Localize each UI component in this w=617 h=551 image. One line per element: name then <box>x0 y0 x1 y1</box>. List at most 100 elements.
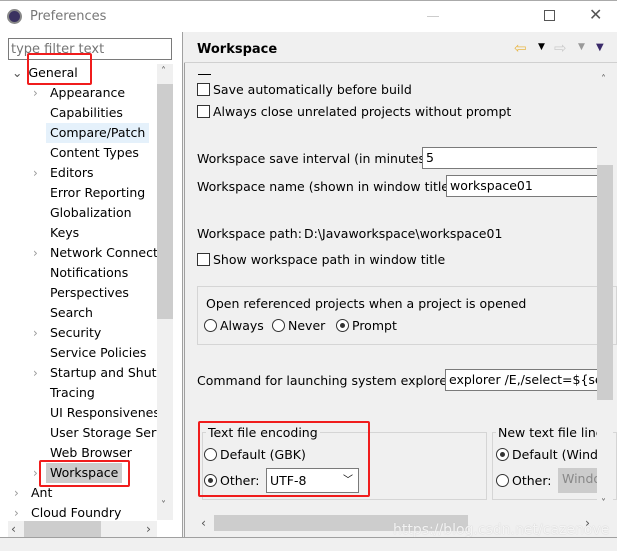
forward-dropdown-icon[interactable]: ▼ <box>578 42 585 52</box>
pane-border <box>184 63 188 537</box>
chevron-right-icon[interactable]: › <box>14 483 19 503</box>
page-vertical-scrollbar[interactable]: ˄ ˅ <box>597 70 613 515</box>
minimize-icon[interactable] <box>427 16 439 17</box>
open-referenced-legend: Open referenced projects when a project … <box>204 296 529 311</box>
workspace-name-input[interactable]: workspace01 <box>446 175 602 197</box>
view-menu-icon[interactable]: ▼ <box>596 42 604 53</box>
save-before-build-checkbox[interactable]: Save automatically before build <box>197 82 412 97</box>
tree-item[interactable]: Notifications <box>33 263 157 283</box>
radio-label: Never <box>288 318 326 333</box>
checkbox-label: Save automatically before build <box>213 82 412 97</box>
line-other-radio[interactable]: Other: <box>496 473 551 488</box>
tree-horizontal-scrollbar[interactable]: ‹ › <box>8 521 157 537</box>
chevron-down-icon[interactable]: ⌄ <box>12 65 22 80</box>
tree-item[interactable]: › Editors <box>33 163 157 183</box>
show-path-checkbox[interactable]: Show workspace path in window title <box>197 252 445 267</box>
tree-item-label: Globalization <box>50 205 132 220</box>
line-default-radio[interactable]: Default (Windo <box>496 447 606 462</box>
tree-item[interactable]: Compare/Patch <box>33 123 157 143</box>
radio-always[interactable]: Always <box>204 318 264 333</box>
chevron-right-icon[interactable]: › <box>33 463 38 483</box>
back-dropdown-icon[interactable]: ▼ <box>538 42 545 52</box>
tree-item[interactable]: › Security <box>33 323 157 343</box>
tree-item[interactable]: Globalization <box>33 203 157 223</box>
watermark: https://blog.csdn.net/cazenove <box>393 522 610 538</box>
tree-item[interactable]: › Network Connecti <box>33 243 161 263</box>
tree-item-label: Content Types <box>50 145 139 160</box>
scroll-thumb[interactable] <box>24 521 101 537</box>
tree-item-label: Appearance <box>50 85 126 100</box>
tree-item[interactable]: UI Responsiveness <box>33 403 166 423</box>
dash <box>198 74 211 75</box>
radio-prompt[interactable]: Prompt <box>336 318 397 333</box>
chevron-right-icon[interactable]: › <box>33 363 38 383</box>
explorer-command-input[interactable]: explorer /E,/select=${sele <box>445 369 605 391</box>
workspace-path-label: Workspace path: <box>197 226 302 241</box>
scroll-left-icon[interactable]: ‹ <box>201 515 206 530</box>
header-separator <box>184 62 617 63</box>
scroll-thumb[interactable] <box>597 165 613 400</box>
tree-item-label: Cloud Foundry <box>31 505 122 520</box>
scroll-down-icon[interactable]: ˅ <box>601 498 606 509</box>
tree-item[interactable]: Content Types <box>33 143 157 163</box>
tree-item[interactable]: Keys <box>33 223 157 243</box>
scroll-right-icon[interactable]: › <box>146 521 151 536</box>
scroll-up-icon[interactable]: ˄ <box>601 74 606 85</box>
tree-item-label: Error Reporting <box>50 185 146 200</box>
tree-item-label: Perspectives <box>50 285 129 300</box>
radio-never[interactable]: Never <box>272 318 325 333</box>
tree-item-label: Startup and Shutd <box>50 365 165 380</box>
line-delimiter-legend: New text file line <box>496 425 606 440</box>
tree-item[interactable]: User Storage Serv <box>33 423 164 443</box>
tree-item[interactable]: Tracing <box>33 383 157 403</box>
tree-item-label: Network Connecti <box>50 245 162 260</box>
tree-item-label: Capabilities <box>50 105 123 120</box>
tree-item-label: UI Responsiveness <box>50 405 167 420</box>
tree-item-label: Service Policies <box>50 345 147 360</box>
save-interval-label: Workspace save interval (in minutes): <box>197 151 435 166</box>
tree-item[interactable]: Error Reporting <box>33 183 157 203</box>
explorer-command-label: Command for launching system explorer: <box>197 373 457 388</box>
highlight-general <box>27 53 92 85</box>
tree-item-label: Tracing <box>50 385 95 400</box>
close-icon[interactable]: ✕ <box>589 5 602 24</box>
tree-item[interactable]: Search <box>33 303 157 323</box>
radio-label: Default (Windo <box>512 447 606 462</box>
scroll-up-icon[interactable]: ˄ <box>161 66 166 77</box>
tree-item-label: Search <box>50 305 93 320</box>
radio-label: Other: <box>512 473 552 488</box>
chevron-right-icon[interactable]: › <box>33 323 38 343</box>
highlight-encoding <box>198 421 370 497</box>
tree-item[interactable]: Perspectives <box>33 283 157 303</box>
chevron-right-icon[interactable]: › <box>33 83 38 103</box>
save-interval-input[interactable]: 5 <box>422 147 602 169</box>
open-referenced-group <box>197 286 617 345</box>
chevron-right-icon[interactable]: › <box>33 243 38 263</box>
forward-arrow-icon[interactable]: ⇨ <box>554 39 567 57</box>
scroll-down-icon[interactable]: ˅ <box>161 500 166 511</box>
maximize-icon[interactable] <box>544 10 555 21</box>
close-unrelated-checkbox[interactable]: Always close unrelated projects without … <box>197 104 511 119</box>
tree-item[interactable]: › Startup and Shutd <box>33 363 164 383</box>
chevron-right-icon[interactable]: › <box>14 503 19 523</box>
tree-item[interactable]: › Appearance <box>33 83 157 103</box>
tree-item[interactable]: Service Policies <box>33 343 157 363</box>
tree-item[interactable]: Capabilities <box>33 103 157 123</box>
workspace-name-label: Workspace name (shown in window title): <box>197 179 459 194</box>
radio-label: Always <box>220 318 264 333</box>
scroll-left-icon[interactable]: ‹ <box>11 521 16 536</box>
tree-item-label: Keys <box>50 225 80 240</box>
scroll-thumb[interactable] <box>157 84 173 319</box>
highlight-workspace <box>39 460 130 487</box>
tree-item-label: Security <box>50 325 102 340</box>
tree-item-label: Editors <box>50 165 94 180</box>
tree-item-label: User Storage Serv <box>50 425 164 440</box>
chevron-right-icon[interactable]: › <box>33 163 38 183</box>
tree-vertical-scrollbar[interactable]: ˄ ˅ <box>157 64 173 520</box>
checkbox-label: Always close unrelated projects without … <box>213 104 512 119</box>
workspace-path-value: D:\Javaworkspace\workspace01 <box>304 226 503 241</box>
radio-label: Prompt <box>352 318 397 333</box>
page-title: Workspace <box>197 42 278 57</box>
back-arrow-icon[interactable]: ⇦ <box>514 39 527 57</box>
window-title: Preferences <box>30 9 107 24</box>
